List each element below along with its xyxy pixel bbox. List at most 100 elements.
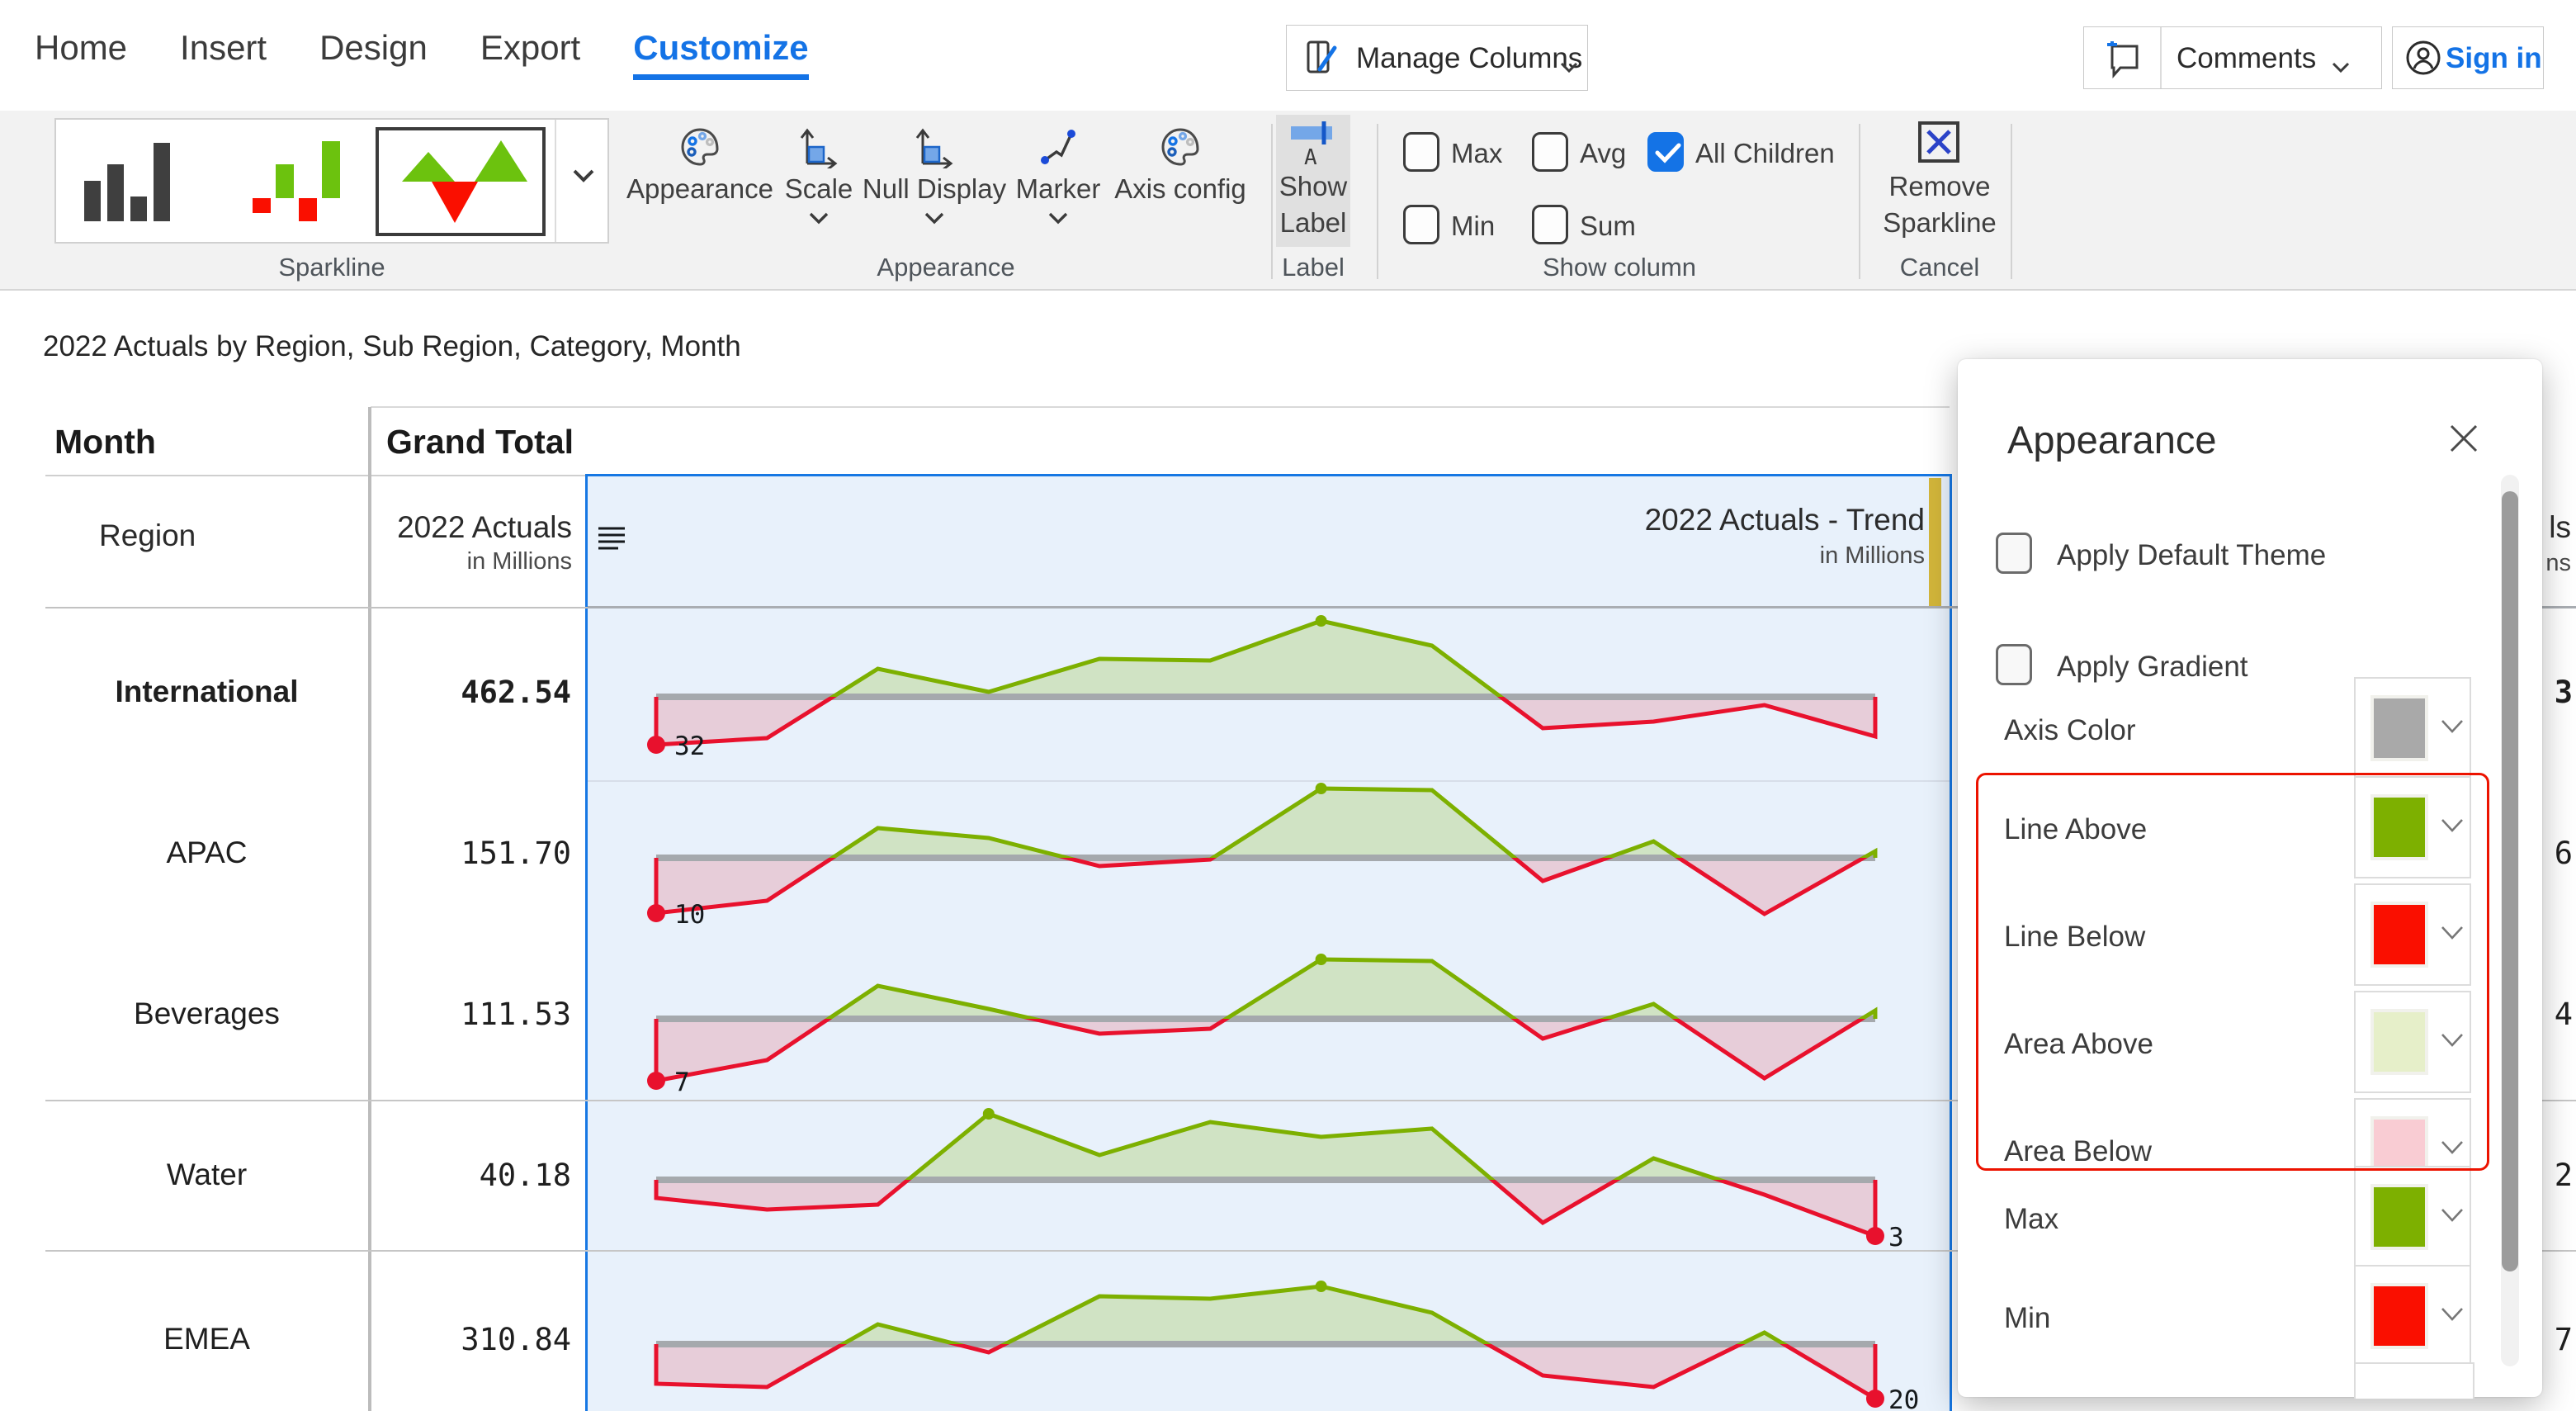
clipped-value-fragment: 7 xyxy=(2555,1322,2573,1357)
cancel-group-label: Cancel xyxy=(1874,253,2006,282)
panel-checkbox-apply-gradient[interactable] xyxy=(1996,644,2032,685)
chevron-down-icon xyxy=(2332,49,2350,82)
axis-config-button[interactable]: Axis config xyxy=(1110,119,1250,251)
row-separator xyxy=(588,780,1950,782)
divider xyxy=(555,120,556,242)
axes-icon xyxy=(913,125,956,173)
row-value-water: 40.18 xyxy=(368,1158,571,1193)
checkbox-all-children[interactable] xyxy=(1647,132,1684,172)
svg-text:A: A xyxy=(1304,145,1317,168)
bar-sparkline-thumbnail[interactable] xyxy=(84,140,175,227)
color-dropdown-min[interactable] xyxy=(2354,1265,2471,1367)
row-name-apac: APAC xyxy=(45,836,368,870)
sparkline-min-label-international: 32 xyxy=(674,732,705,761)
color-dropdown-axis-color[interactable] xyxy=(2354,677,2471,779)
checkbox-sum[interactable] xyxy=(1532,205,1568,244)
chevron-down-icon xyxy=(1559,49,1579,82)
menu-tab-customize[interactable]: Customize xyxy=(633,28,808,80)
axes-icon xyxy=(797,125,840,173)
palette-icon xyxy=(1159,125,1202,173)
winloss-sparkline-thumbnail[interactable] xyxy=(253,140,343,227)
appearance-group-label: Appearance xyxy=(632,253,1260,282)
sparkline-min-label-beverages: 7 xyxy=(674,1068,690,1097)
highlighted-settings-outline xyxy=(1976,773,2489,1171)
checkbox-label-sum: Sum xyxy=(1580,211,1636,242)
table-border xyxy=(45,607,588,608)
color-dropdown-max[interactable] xyxy=(2354,1166,2471,1268)
panel-checkbox-label-apply-default-theme: Apply Default Theme xyxy=(2057,539,2326,572)
remove-sparkline-line1: Remove xyxy=(1874,171,2006,202)
panel-checkbox-apply-default-theme[interactable] xyxy=(1996,533,2032,574)
menu-tab-insert[interactable]: Insert xyxy=(180,28,267,80)
row-value-apac: 151.70 xyxy=(368,836,571,871)
sparkline-min-label-emea: 20 xyxy=(1888,1385,1919,1411)
trend-column-selected[interactable]: 2022 Actuals - Trend in Millions 3210732… xyxy=(585,474,1952,1411)
panel-scrollbar-thumb[interactable] xyxy=(2502,491,2518,1271)
clipped-column: lsns36427 xyxy=(2542,405,2576,1411)
row-value-beverages: 111.53 xyxy=(368,997,571,1032)
row-name-emea: EMEA xyxy=(45,1322,368,1357)
column-header-grand-total[interactable]: Grand Total xyxy=(386,423,574,462)
menu-tab-design[interactable]: Design xyxy=(319,28,428,80)
clipped-subheader-fragment: ns xyxy=(2545,550,2571,577)
report-title: 2022 Actuals by Region, Sub Region, Cate… xyxy=(43,330,741,363)
color-swatch-axis-color xyxy=(2374,698,2425,758)
column-header-month[interactable]: Month xyxy=(54,423,156,462)
table-border xyxy=(371,406,1950,408)
row-value-international: 462.54 xyxy=(368,675,571,710)
area-sparkline-thumbnail-selected[interactable] xyxy=(376,127,546,236)
sparkline-charts: 32107320 xyxy=(588,476,1954,1411)
menu-tab-export[interactable]: Export xyxy=(480,28,580,80)
show-label-line1: Show xyxy=(1276,171,1350,202)
clipped-value-fragment: 2 xyxy=(2555,1158,2573,1193)
menu-tab-home[interactable]: Home xyxy=(35,28,127,80)
checkbox-min[interactable] xyxy=(1403,205,1439,244)
table-border xyxy=(45,475,588,476)
axis-config-label: Axis config xyxy=(1056,173,1304,205)
remove-sparkline-button[interactable]: Remove Sparkline xyxy=(1874,115,2006,247)
app-window: Home Insert Design Export Customize Manage C… xyxy=(0,0,2576,1411)
checkbox-max[interactable] xyxy=(1403,132,1439,172)
color-swatch-min xyxy=(2374,1286,2425,1346)
panel-row-label-axis-color: Axis Color xyxy=(2004,714,2135,747)
main-menu: Home Insert Design Export Customize xyxy=(35,28,809,80)
panel-row-label-min: Min xyxy=(2004,1302,2050,1335)
sign-in-button[interactable]: Sign in xyxy=(2392,26,2544,89)
panel-scrollbar-track[interactable] xyxy=(2501,475,2519,1366)
appearance-panel: Appearance Apply Default ThemeApply Grad… xyxy=(1958,359,2542,1397)
manage-columns-button[interactable]: Manage Columns xyxy=(1286,25,1588,91)
label-group-label: Label xyxy=(1276,253,1350,282)
value-column-header[interactable]: 2022 Actuals xyxy=(370,510,572,545)
chevron-down-icon[interactable] xyxy=(808,211,830,230)
row-dimension-header[interactable]: Region xyxy=(99,518,196,553)
ribbon: Sparkline AppearanceScaleNull DisplayMar… xyxy=(0,111,2576,291)
checkbox-avg[interactable] xyxy=(1532,132,1568,172)
chevron-down-icon[interactable] xyxy=(924,211,945,230)
sparkline-beverages: 7 xyxy=(588,942,1950,1103)
remove-x-icon xyxy=(1917,120,1961,168)
show-label-icon: A xyxy=(1289,121,1337,172)
value-column-subheader: in Millions xyxy=(370,548,572,575)
divider xyxy=(1271,124,1273,279)
clipped-next-swatch xyxy=(2354,1362,2474,1399)
palette-icon xyxy=(678,125,721,173)
show-column-group-label: Show column xyxy=(1397,253,1842,282)
chevron-down-icon xyxy=(2440,1306,2465,1327)
row-value-emea: 310.84 xyxy=(368,1322,571,1357)
comments-button[interactable]: Comments xyxy=(2083,26,2382,89)
row-name-water: Water xyxy=(45,1158,368,1192)
clipped-value-fragment: 4 xyxy=(2555,997,2573,1032)
comment-plus-icon xyxy=(2104,38,2145,87)
chevron-down-icon[interactable] xyxy=(1047,211,1069,230)
comments-label: Comments xyxy=(2177,42,2316,75)
sparkline-emea: 20 xyxy=(588,1253,1950,1411)
person-icon xyxy=(2404,39,2442,84)
show-label-button[interactable]: A Show Label xyxy=(1276,115,1350,247)
checkbox-label-avg: Avg xyxy=(1580,138,1626,169)
row-name-beverages: Beverages xyxy=(45,997,368,1031)
manage-columns-icon xyxy=(1303,38,1343,85)
sparkline-apac: 10 xyxy=(588,784,1950,942)
marker-icon xyxy=(1037,125,1080,173)
chevron-down-icon xyxy=(2440,1207,2465,1228)
divider xyxy=(1377,124,1378,279)
